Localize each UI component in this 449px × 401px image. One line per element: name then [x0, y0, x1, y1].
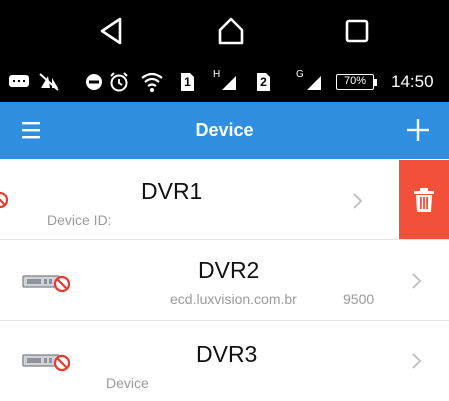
chevron-right-icon — [352, 192, 364, 215]
sim1-signal-icon — [220, 62, 238, 102]
delete-button[interactable] — [399, 160, 449, 239]
list-item-dvr2[interactable]: DVR2 ecd.luxvision.com.br 9500 — [0, 241, 449, 320]
sim2-icon: 2 — [256, 62, 271, 102]
device-name: DVR1 — [141, 178, 203, 204]
divider — [0, 239, 449, 240]
dvr-offline-icon — [22, 350, 74, 374]
device-address: ecd.luxvision.com.br — [170, 291, 297, 307]
page-title: Device — [195, 120, 254, 140]
wifi-icon — [140, 62, 164, 102]
alarm-icon — [108, 62, 130, 102]
clock: 14:50 — [391, 72, 434, 91]
battery-level: 70% — [343, 75, 367, 87]
chevron-right-icon — [411, 272, 423, 295]
list-item-dvr1[interactable]: DVR1 Device ID: — [0, 160, 449, 239]
app-bar: Device — [0, 102, 449, 159]
device-subtitle: Device ID: — [47, 212, 112, 228]
recents-square-icon[interactable] — [337, 13, 377, 49]
home-icon[interactable] — [211, 13, 251, 49]
status-bar: 1 H 2 G 70% 14:50 — [0, 62, 449, 102]
system-nav-bar — [0, 0, 449, 62]
sim1-icon: 1 — [180, 62, 195, 102]
dvr-offline-icon — [22, 271, 74, 295]
chevron-right-icon — [411, 352, 423, 375]
mute-signal-icon — [38, 62, 60, 102]
back-triangle-icon[interactable] — [92, 13, 132, 49]
list-item-dvr3[interactable]: DVR3 Device — [0, 322, 449, 401]
device-name: DVR3 — [196, 341, 258, 367]
trash-icon — [413, 187, 435, 213]
sim2-network-type: G — [296, 68, 304, 80]
sim2-label: 2 — [260, 75, 267, 89]
plus-icon[interactable] — [404, 116, 432, 144]
battery-icon: 70% — [336, 62, 377, 102]
do-not-disturb-icon — [84, 62, 104, 102]
device-name: DVR2 — [198, 257, 260, 283]
device-port: 9500 — [343, 291, 375, 307]
dvr-offline-icon — [0, 187, 14, 211]
sim2-signal-icon — [305, 62, 323, 102]
message-icon — [8, 62, 30, 102]
divider — [0, 320, 449, 321]
device-subtitle: Device — [106, 375, 149, 391]
sim1-label: 1 — [184, 75, 191, 89]
